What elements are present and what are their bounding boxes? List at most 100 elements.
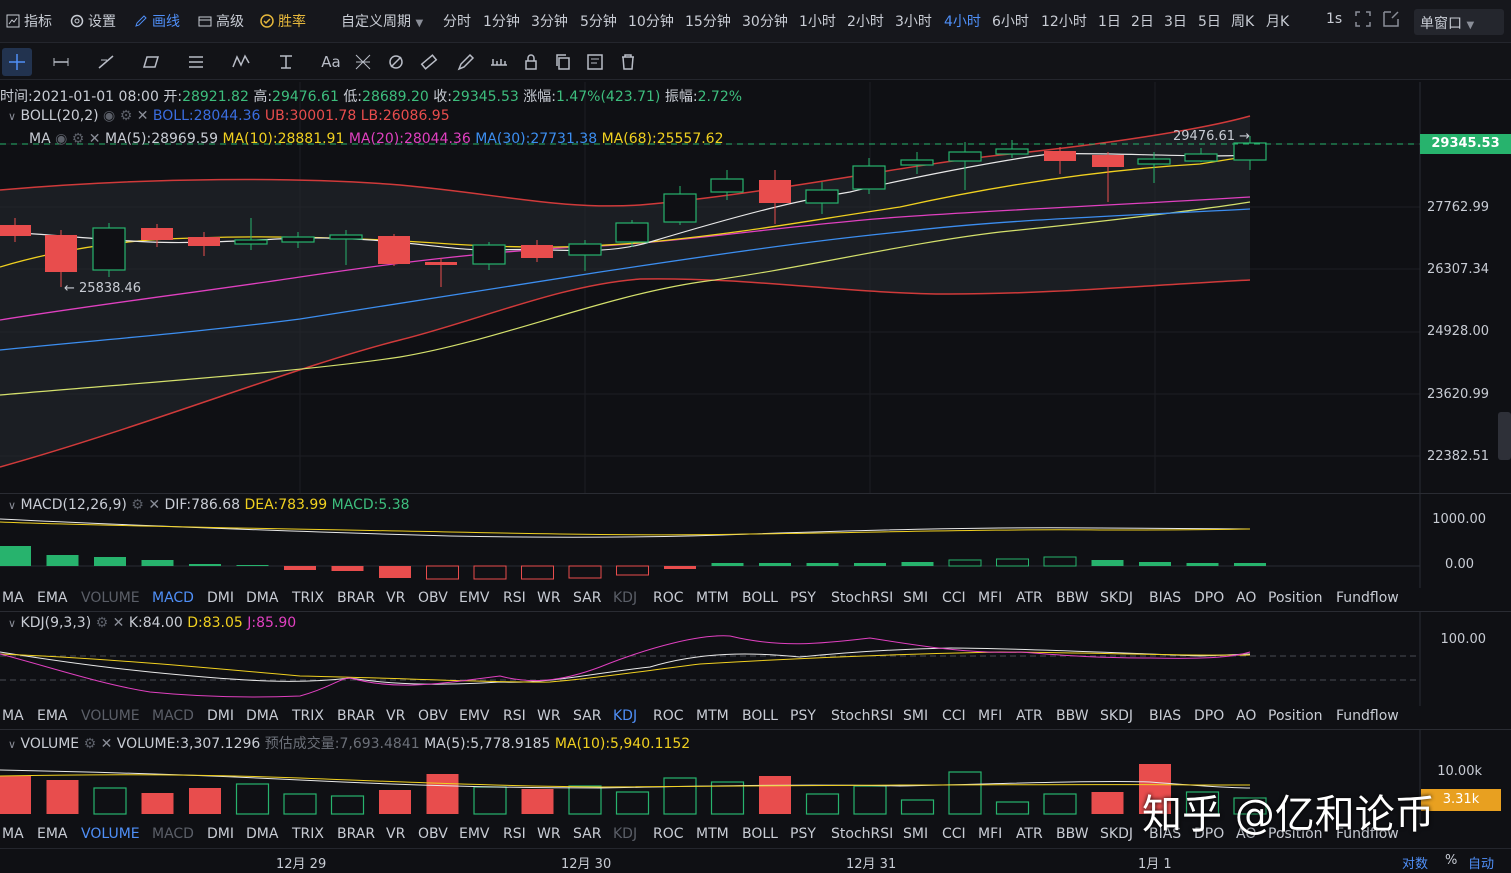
indicator-tab-ema[interactable]: EMA (37, 708, 68, 724)
indicator-tab-position[interactable]: Position (1268, 590, 1323, 606)
gear-icon[interactable]: ⚙ (84, 736, 97, 752)
indicator-tab-boll[interactable]: BOLL (742, 708, 778, 724)
indicator-tab-brar[interactable]: BRAR (337, 708, 375, 724)
indicator-tab-dmi[interactable]: DMI (207, 708, 234, 724)
text-tool[interactable]: Aa (320, 51, 342, 73)
indicator-tab-ao[interactable]: AO (1236, 708, 1256, 724)
indicator-tab-ema[interactable]: EMA (37, 590, 68, 606)
popout-icon[interactable] (1383, 11, 1399, 31)
indicator-tab-boll[interactable]: BOLL (742, 590, 778, 606)
indicator-tab-rsi[interactable]: RSI (503, 590, 526, 606)
indicator-tab-trix[interactable]: TRIX (292, 826, 324, 842)
indicator-tab-ma[interactable]: MA (2, 826, 24, 842)
pattern-tool[interactable] (352, 51, 374, 73)
wave-tool[interactable] (230, 51, 252, 73)
indicator-tab-volume[interactable]: VOLUME (81, 708, 140, 724)
log-scale-toggle[interactable]: 对数 (1402, 853, 1428, 872)
indicator-tab-dmi[interactable]: DMI (207, 590, 234, 606)
indicator-tab-skdj[interactable]: SKDJ (1100, 826, 1133, 842)
gear-icon[interactable]: ⚙ (72, 131, 85, 147)
close-icon[interactable]: ✕ (101, 736, 113, 752)
indicator-tab-psy[interactable]: PSY (790, 826, 816, 842)
shape-tool[interactable] (140, 51, 162, 73)
period-8[interactable]: 2小时 (847, 11, 884, 31)
indicator-tab-psy[interactable]: PSY (790, 590, 816, 606)
kdj-panel[interactable]: ∨ KDJ(9,3,3) ⚙ ✕ K:84.00 D:83.05 J:85.90… (0, 612, 1511, 706)
indicator-tab-cci[interactable]: CCI (942, 590, 966, 606)
indicator-tab-mtm[interactable]: MTM (696, 590, 729, 606)
macd-panel[interactable]: ∨ MACD(12,26,9) ⚙ ✕ DIF:786.68 DEA:783.9… (0, 494, 1511, 588)
indicator-tab-volume[interactable]: VOLUME (81, 590, 140, 606)
close-icon[interactable]: ✕ (148, 497, 160, 513)
collapse-icon[interactable]: ∨ (8, 617, 16, 630)
indicator-tab-macd[interactable]: MACD (152, 590, 194, 606)
interval-1s[interactable]: 1s (1326, 11, 1342, 27)
indicator-tab-dmi[interactable]: DMI (207, 826, 234, 842)
period-6[interactable]: 30分钟 (742, 11, 788, 31)
indicator-tab-psy[interactable]: PSY (790, 708, 816, 724)
indicator-tab-ao[interactable]: AO (1236, 590, 1256, 606)
gear-icon[interactable]: ⚙ (131, 497, 144, 513)
indicator-tab-sar[interactable]: SAR (573, 826, 601, 842)
indicator-tab-emv[interactable]: EMV (459, 826, 490, 842)
indicator-tab-brar[interactable]: BRAR (337, 590, 375, 606)
indicator-tab-mfi[interactable]: MFI (978, 708, 1002, 724)
collapse-icon[interactable]: ∨ (8, 499, 16, 512)
indicator-tab-vr[interactable]: VR (386, 708, 405, 724)
period-3[interactable]: 5分钟 (580, 11, 617, 31)
indicator-tab-roc[interactable]: ROC (653, 826, 684, 842)
indicator-tab-dma[interactable]: DMA (246, 826, 278, 842)
period-18[interactable]: 月K (1266, 11, 1289, 31)
indicator-tab-mtm[interactable]: MTM (696, 708, 729, 724)
indicator-tab-atr[interactable]: ATR (1016, 708, 1043, 724)
indicator-tab-bias[interactable]: BIAS (1149, 708, 1181, 724)
fullscreen-icon[interactable] (1355, 11, 1371, 31)
indicator-tab-fundflow[interactable]: Fundflow (1336, 590, 1399, 606)
delete-tool[interactable] (617, 51, 639, 73)
collapse-icon[interactable]: ∨ (8, 738, 16, 751)
percent-scale-toggle[interactable]: % (1445, 853, 1457, 868)
indicator-tab-smi[interactable]: SMI (903, 826, 928, 842)
indicator-tab-fundflow[interactable]: Fundflow (1336, 708, 1399, 724)
period-13[interactable]: 1日 (1098, 11, 1121, 31)
scroll-handle[interactable] (1498, 412, 1511, 460)
indicator-tab-stochrsi[interactable]: StochRSI (831, 708, 893, 724)
indicator-tab-trix[interactable]: TRIX (292, 590, 324, 606)
indicator-tab-dma[interactable]: DMA (246, 708, 278, 724)
indicator-tab-sar[interactable]: SAR (573, 708, 601, 724)
window-mode-dropdown[interactable]: 单窗口 ▼ (1414, 9, 1504, 35)
indicator-tab-wr[interactable]: WR (537, 590, 561, 606)
indicator-tab-trix[interactable]: TRIX (292, 708, 324, 724)
period-12[interactable]: 12小时 (1041, 11, 1087, 31)
indicator-tab-roc[interactable]: ROC (653, 590, 684, 606)
winrate-button[interactable]: 胜率 (260, 11, 306, 31)
indicator-tab-macd[interactable]: MACD (152, 708, 194, 724)
indicator-tab-bbw[interactable]: BBW (1056, 826, 1089, 842)
magnet-tool[interactable] (385, 51, 407, 73)
period-17[interactable]: 周K (1231, 11, 1254, 31)
auto-scale-toggle[interactable]: 自动 (1468, 853, 1494, 872)
indicator-tab-smi[interactable]: SMI (903, 590, 928, 606)
gear-icon[interactable]: ⚙ (96, 615, 109, 631)
indicator-tab-skdj[interactable]: SKDJ (1100, 708, 1133, 724)
settings-tool[interactable] (584, 51, 606, 73)
indicator-tab-stochrsi[interactable]: StochRSI (831, 826, 893, 842)
indicator-tab-bbw[interactable]: BBW (1056, 708, 1089, 724)
indicator-tab-roc[interactable]: ROC (653, 708, 684, 724)
eye-icon[interactable]: ◉ (103, 108, 115, 124)
indicator-tab-boll[interactable]: BOLL (742, 826, 778, 842)
indicator-tab-kdj[interactable]: KDJ (613, 826, 637, 842)
indicator-tab-smi[interactable]: SMI (903, 708, 928, 724)
gear-icon[interactable]: ⚙ (120, 108, 133, 124)
copy-tool[interactable] (552, 51, 574, 73)
indicator-tab-rsi[interactable]: RSI (503, 708, 526, 724)
indicator-tab-obv[interactable]: OBV (418, 826, 448, 842)
hline-tool[interactable] (50, 51, 72, 73)
indicator-tab-cci[interactable]: CCI (942, 826, 966, 842)
indicator-tab-bias[interactable]: BIAS (1149, 590, 1181, 606)
indicator-tab-obv[interactable]: OBV (418, 708, 448, 724)
indicator-tab-dpo[interactable]: DPO (1194, 590, 1224, 606)
indicator-tab-mtm[interactable]: MTM (696, 826, 729, 842)
fib-tool[interactable] (275, 51, 297, 73)
period-2[interactable]: 3分钟 (531, 11, 568, 31)
